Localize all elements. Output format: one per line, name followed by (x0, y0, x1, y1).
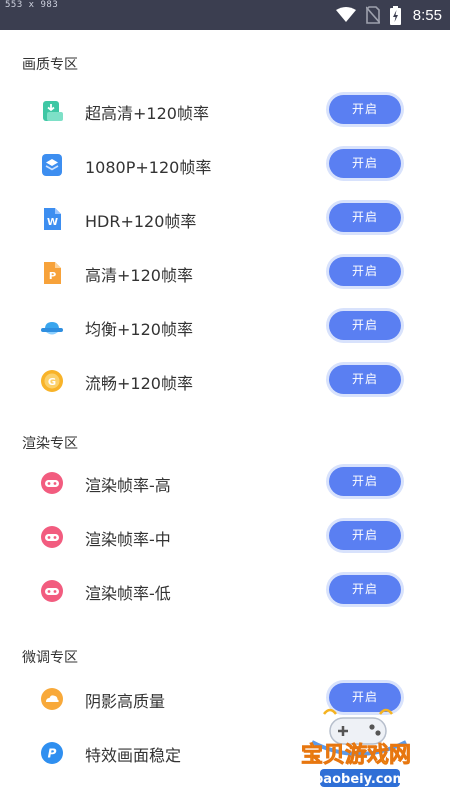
no-sim-icon (365, 6, 380, 24)
watermark-logo: 宝贝游戏网 baobeiy.com (301, 708, 411, 787)
blue-cloud-icon (41, 322, 63, 335)
teal-download-icon (43, 101, 63, 121)
status-bar: 553 x 983 8:55 (0, 0, 450, 30)
item-label: 均衡+120帧率 (85, 320, 193, 339)
orange-p-document-icon: P (44, 262, 61, 284)
orange-g-circle-icon: G (41, 370, 63, 392)
list-item-hd: P 高清+120帧率 开启 (0, 251, 450, 295)
item-label: HDR+120帧率 (85, 212, 197, 231)
item-label: 阴影高质量 (85, 692, 166, 711)
item-label: 渲染帧率-低 (85, 584, 171, 603)
battery-charging-icon (389, 5, 401, 25)
enable-button[interactable]: 开启 (329, 575, 401, 604)
item-label: 渲染帧率-高 (85, 476, 171, 495)
list-item-render-high: 渲染帧率-高 开启 (0, 461, 450, 505)
list-item-balanced: 均衡+120帧率 开启 (0, 305, 450, 349)
status-icons: 8:55 (335, 4, 442, 26)
enable-button[interactable]: 开启 (329, 467, 401, 496)
svg-text:P: P (48, 747, 57, 761)
enable-button[interactable]: 开启 (329, 521, 401, 550)
watermark-domain: baobeiy.com (314, 772, 406, 787)
enable-button[interactable]: 开启 (329, 365, 401, 394)
clock-time: 8:55 (412, 6, 442, 24)
section-title-tuning: 微调专区 (22, 650, 78, 666)
pink-gamepad-icon (41, 526, 63, 548)
list-item-smooth: G 流畅+120帧率 开启 (0, 359, 450, 403)
list-item-1080p: 1080P+120帧率 开启 (0, 143, 450, 187)
wifi-icon (335, 7, 356, 22)
item-label: 渲染帧率-中 (85, 530, 171, 549)
svg-text:G: G (48, 377, 56, 388)
list-item-render-mid: 渲染帧率-中 开启 (0, 515, 450, 559)
blue-p-circle-icon: P (41, 742, 63, 764)
enable-button[interactable]: 开启 (329, 95, 401, 124)
section-title-render: 渲染专区 (22, 436, 78, 452)
enable-button[interactable]: 开启 (329, 203, 401, 232)
enable-button[interactable]: 开启 (329, 257, 401, 286)
orange-cloud-circle-icon (41, 688, 63, 710)
item-label: 高清+120帧率 (85, 266, 193, 285)
svg-text:W: W (47, 217, 58, 228)
pink-gamepad-icon (41, 472, 63, 494)
item-label: 特效画面稳定 (85, 746, 182, 765)
item-label: 超高清+120帧率 (85, 104, 209, 123)
section-title-quality: 画质专区 (22, 57, 78, 73)
blue-w-document-icon: W (44, 208, 61, 230)
blue-layers-icon (42, 154, 62, 176)
list-item-hdr: W HDR+120帧率 开启 (0, 197, 450, 241)
svg-text:P: P (49, 271, 56, 282)
list-item-ultra-hd: 超高清+120帧率 开启 (0, 89, 450, 133)
enable-button[interactable]: 开启 (329, 149, 401, 178)
pink-gamepad-icon (41, 580, 63, 602)
enable-button[interactable]: 开启 (329, 311, 401, 340)
item-label: 1080P+120帧率 (85, 158, 212, 177)
item-label: 流畅+120帧率 (85, 374, 193, 393)
dimensions-label: 553 x 983 (5, 0, 59, 10)
watermark-brand: 宝贝游戏网 (301, 742, 411, 768)
list-item-render-low: 渲染帧率-低 开启 (0, 569, 450, 613)
